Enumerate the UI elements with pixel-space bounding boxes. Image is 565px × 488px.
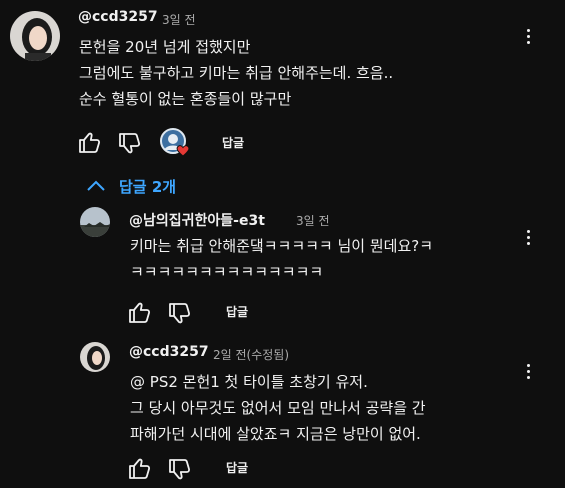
thumb-down-icon[interactable] — [168, 301, 192, 329]
thumb-down-icon[interactable] — [118, 131, 142, 159]
comment-author-name[interactable]: @ccd3257 — [78, 9, 158, 25]
thumb-up-icon[interactable] — [128, 457, 152, 485]
reply-text-line-1: @ PS2 몬헌1 첫 타이틀 초창기 유저. — [130, 373, 368, 391]
reply-author-avatar[interactable] — [80, 207, 110, 237]
comment-reply-button[interactable]: 답글 — [222, 134, 244, 151]
reply-author-name[interactable]: @ccd3257 — [129, 344, 209, 360]
comment-timestamp[interactable]: 3일 전 — [162, 11, 196, 28]
comment-text-line-1: 몬헌을 20년 넘게 접했지만 — [79, 38, 251, 56]
comment-author-avatar[interactable] — [10, 11, 60, 61]
reply-author-name[interactable]: @남의집귀한아들-e3t — [129, 210, 265, 230]
reply-text-line-3: 파해가던 시대에 살았죠ㅋ 지금은 낭만이 없어. — [130, 425, 421, 443]
heart-icon — [176, 145, 190, 157]
comment-more-icon[interactable] — [520, 27, 538, 47]
replies-toggle-button[interactable]: 답글 2개 — [119, 176, 176, 197]
reply-text-line-2: ㅋㅋㅋㅋㅋㅋㅋㅋㅋㅋㅋㅋㅋㅋ — [130, 263, 324, 281]
comment-text-line-3: 순수 혈통이 없는 혼종들이 많구만 — [79, 90, 292, 108]
creator-heart-badge — [158, 128, 192, 158]
reply-more-icon[interactable] — [520, 228, 538, 248]
reply-reply-button[interactable]: 답글 — [226, 459, 248, 476]
thumb-up-icon[interactable] — [128, 301, 152, 329]
reply-timestamp[interactable]: 2일 전(수정됨) — [213, 346, 289, 363]
reply-reply-button[interactable]: 답글 — [226, 303, 248, 320]
thumb-up-icon[interactable] — [78, 131, 102, 159]
comment-text-line-2: 그럼에도 불구하고 키마는 취급 안해주는데. 흐음.. — [79, 64, 394, 82]
thumb-down-icon[interactable] — [168, 457, 192, 485]
chevron-up-icon[interactable] — [86, 178, 106, 197]
reply-text-line-1: 키마는 취급 안해준댘ㅋㅋㅋㅋㅋ 님이 뭔데요?ㅋ — [130, 237, 434, 255]
reply-timestamp[interactable]: 3일 전 — [296, 212, 330, 229]
reply-more-icon[interactable] — [520, 362, 538, 382]
reply-author-avatar[interactable] — [80, 342, 110, 372]
reply-text-line-2: 그 당시 아무것도 없어서 모임 만나서 공략을 간 — [130, 399, 426, 417]
